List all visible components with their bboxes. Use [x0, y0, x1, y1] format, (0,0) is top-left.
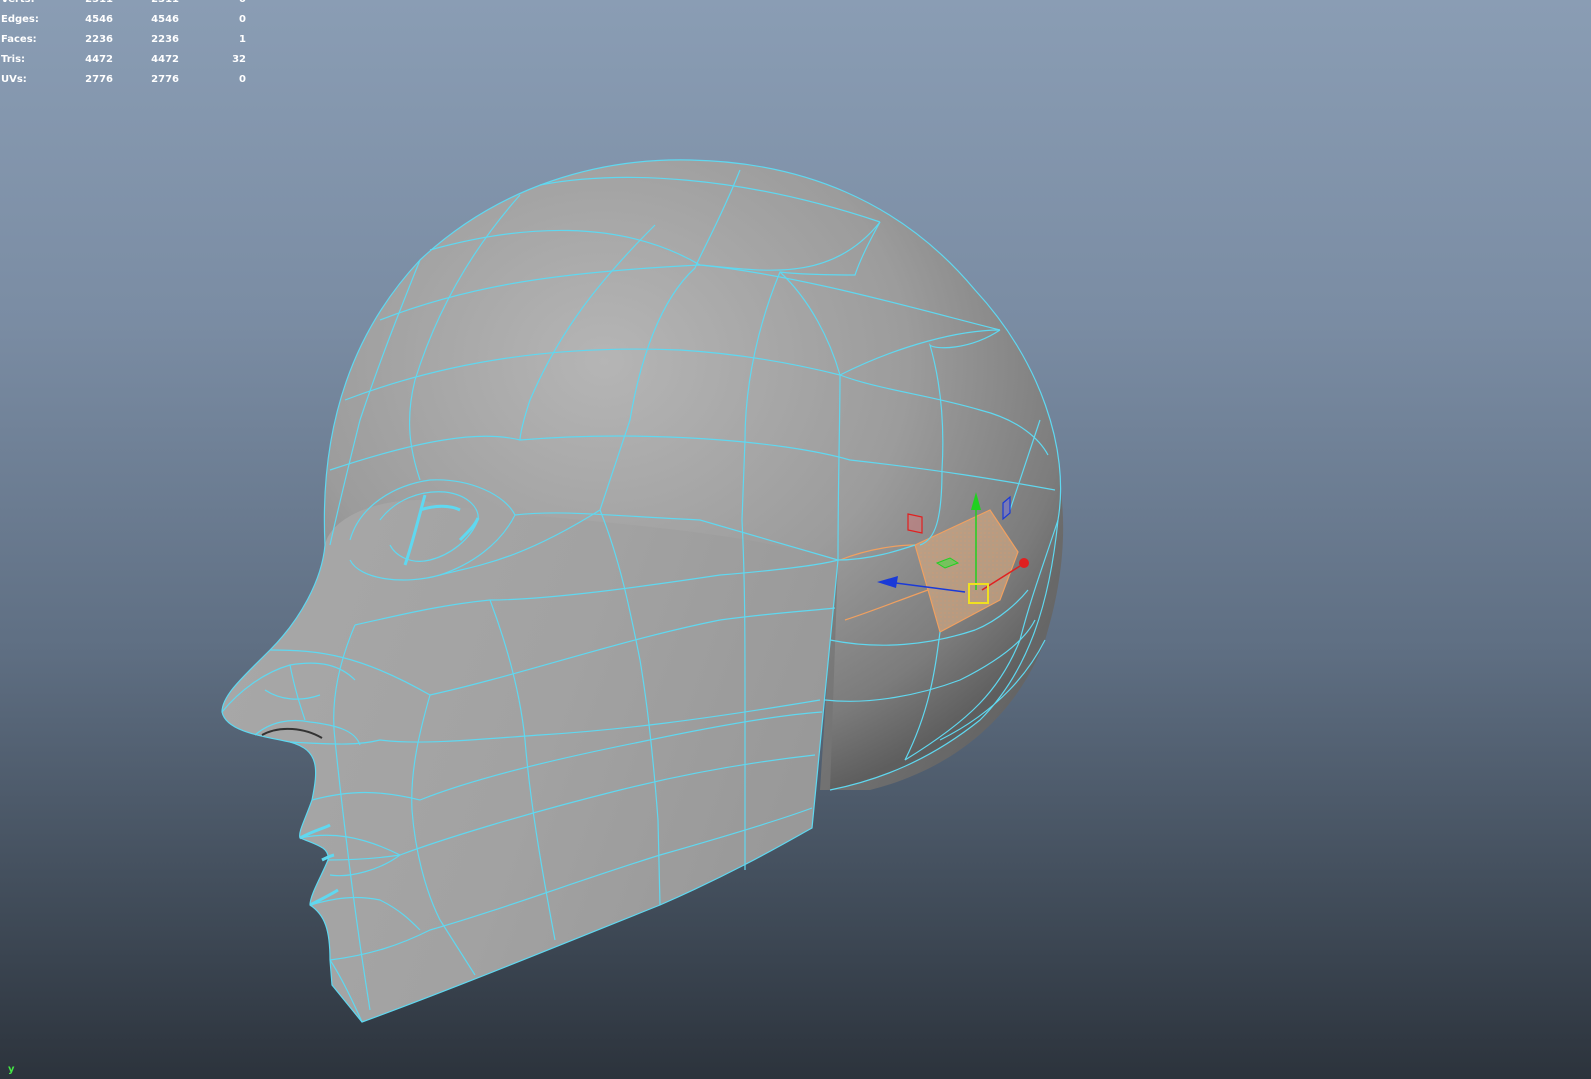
manipulator-x-handle-icon[interactable] [1019, 558, 1029, 568]
axis-indicator-y: y [8, 1064, 15, 1075]
manipulator-xy-plane-icon[interactable] [907, 513, 923, 534]
3d-viewport[interactable] [0, 0, 1591, 1079]
